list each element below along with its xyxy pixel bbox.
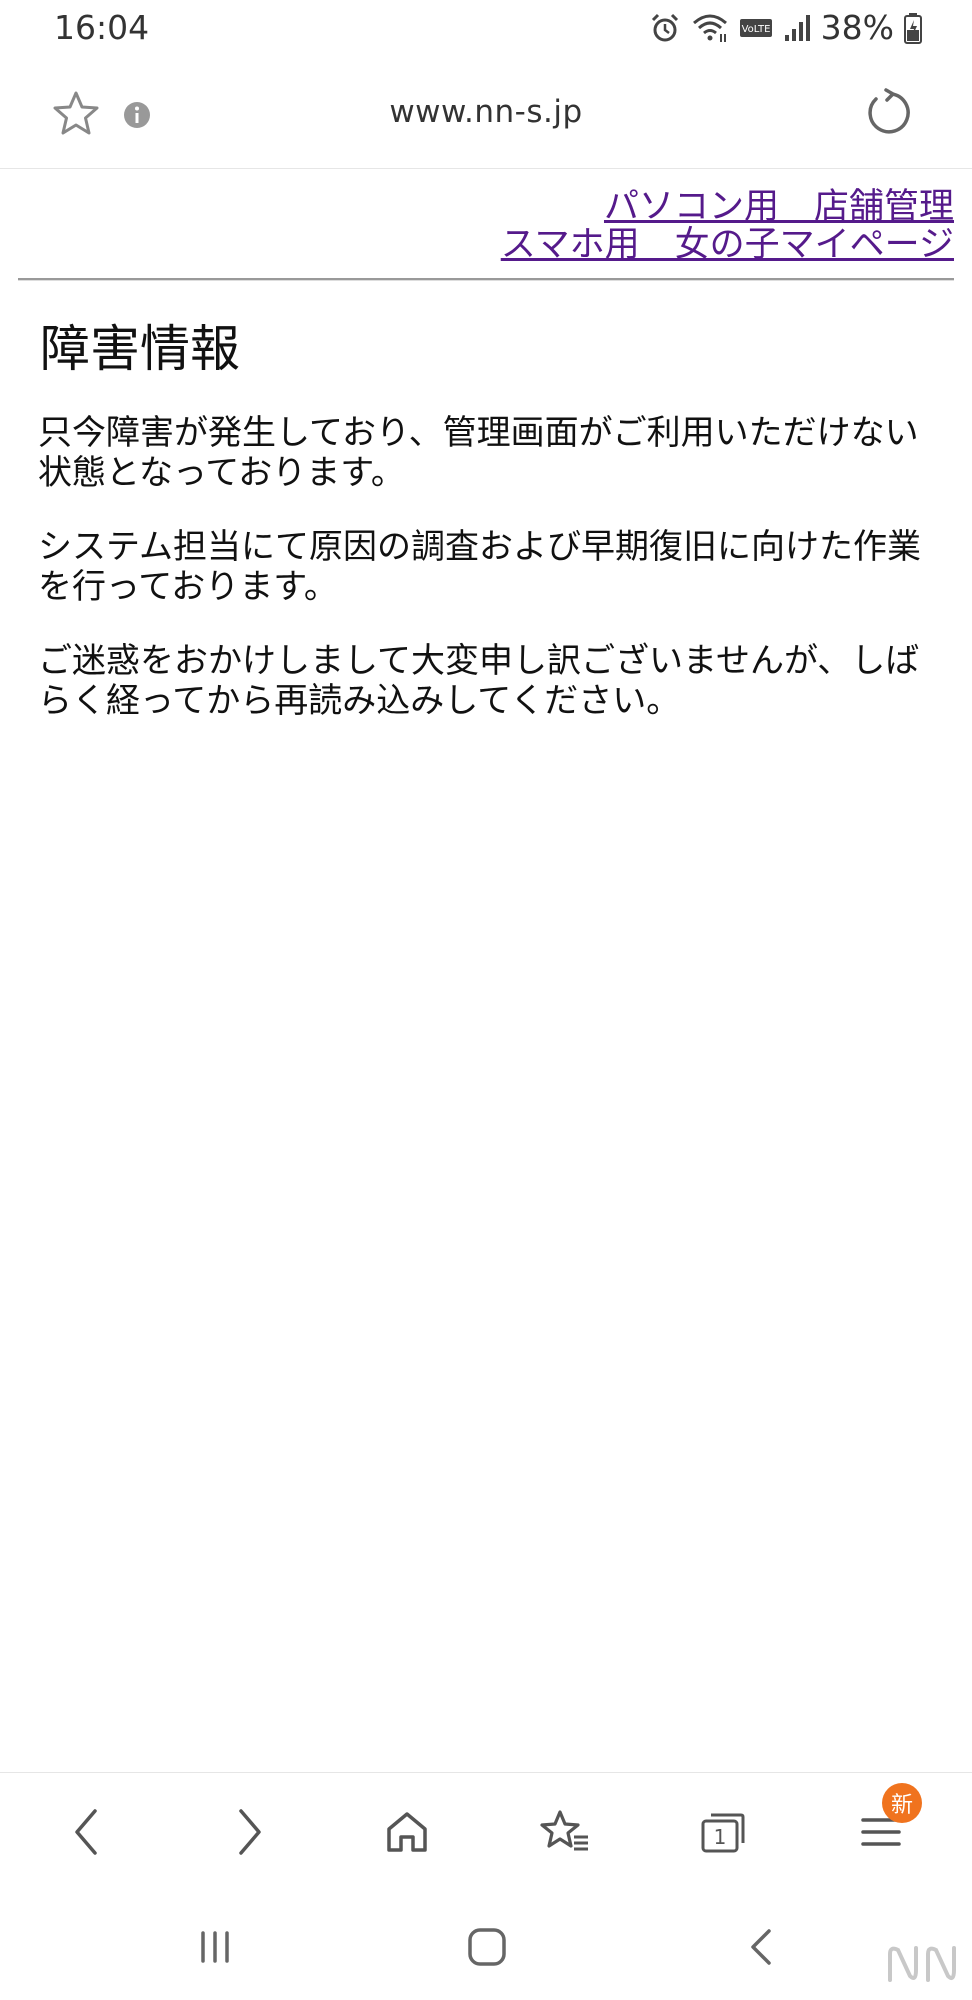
paragraph-3: ご迷惑をおかけしまして大変申し訳ございませんが、しばらく経ってから再読み込みして…: [38, 641, 920, 721]
link-pc-store-admin[interactable]: パソコン用 店舗管理: [0, 188, 954, 226]
watermark-logo: [884, 1940, 964, 1994]
paragraph-1: 只今障害が発生しており、管理画面がご利用いただけない状態となっております。: [38, 413, 919, 493]
recent-apps-icon: [201, 1931, 229, 1963]
chevron-right-icon: [239, 1809, 261, 1855]
top-links: パソコン用 店舗管理 スマホ用 女の子マイページ: [0, 168, 972, 264]
system-back-button[interactable]: [726, 1912, 796, 1982]
signal-icon: [784, 14, 810, 41]
volte-label: VoLTE: [741, 24, 770, 35]
forward-button[interactable]: [214, 1797, 284, 1867]
divider: [18, 278, 954, 281]
battery-percent: 38%: [820, 8, 894, 47]
bookmarks-button[interactable]: [530, 1797, 600, 1867]
system-nav-bar: [0, 1890, 972, 2000]
page-title: 障害情報: [40, 320, 240, 378]
wifi-icon: [692, 14, 727, 42]
paragraph-2: システム担当にて原因の調査および早期復旧に向けた作業を行っております。: [38, 527, 921, 607]
bookmark-list-icon: [540, 1810, 588, 1851]
url-bar: www.nn-s.jp: [0, 64, 972, 169]
system-back-icon: [751, 1929, 771, 1965]
page-content: パソコン用 店舗管理 スマホ用 女の子マイページ 障害情報 只今障害が発生してお…: [0, 168, 972, 721]
reload-icon: [868, 88, 910, 134]
recent-apps-button[interactable]: [180, 1912, 250, 1982]
browser-toolbar: 1 新: [0, 1772, 972, 1891]
home-square-icon: [468, 1928, 506, 1966]
tabs-button[interactable]: 1: [688, 1797, 758, 1867]
home-icon: [387, 1812, 427, 1852]
reload-button[interactable]: [862, 86, 914, 138]
chevron-left-icon: [75, 1809, 97, 1855]
system-home-button[interactable]: [452, 1912, 522, 1982]
battery-icon: [904, 12, 922, 44]
tab-count: 1: [714, 1825, 727, 1849]
tabs-icon: 1: [701, 1813, 745, 1853]
menu-badge: 新: [882, 1783, 922, 1823]
watermark-icon: [888, 1946, 956, 1982]
home-button[interactable]: [372, 1797, 442, 1867]
volte-icon: VoLTE: [739, 18, 772, 37]
back-button[interactable]: [52, 1797, 122, 1867]
alarm-icon: [651, 13, 678, 41]
status-bar: 16:04 VoLTE 38%: [0, 0, 972, 60]
url-text[interactable]: www.nn-s.jp: [0, 94, 972, 130]
menu-button[interactable]: 新: [846, 1783, 922, 1867]
status-time: 16:04: [54, 8, 150, 47]
status-icons: VoLTE 38%: [649, 8, 922, 47]
link-sp-girl-mypage[interactable]: スマホ用 女の子マイページ: [0, 226, 954, 264]
